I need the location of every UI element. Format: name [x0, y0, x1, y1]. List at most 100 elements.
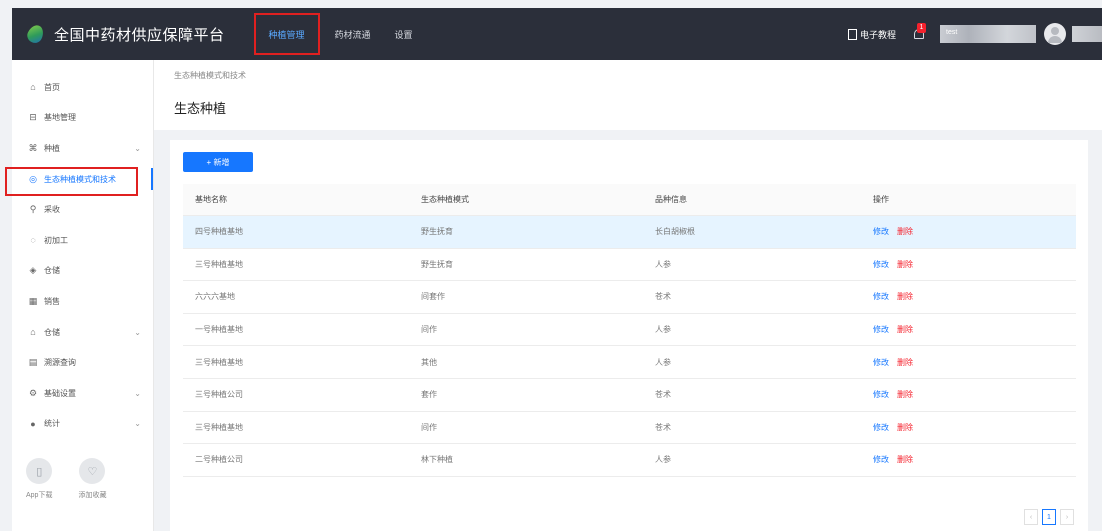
cell-base: 一号种植基地: [195, 325, 243, 335]
add-favorite-button[interactable]: ♡ 添加收藏: [78, 458, 106, 500]
sidebar-item-label: 首页: [44, 82, 60, 92]
cell-base: 二号种植公司: [195, 455, 243, 465]
table-row[interactable]: 三号种植基地 其他 人参 修改 删除: [183, 346, 1076, 379]
table-row[interactable]: 一号种植基地 间作 人参 修改 删除: [183, 314, 1076, 347]
add-button[interactable]: + 新增: [183, 152, 253, 172]
sidebar-item-storage[interactable]: ◈ 仓储: [12, 256, 153, 287]
table-row[interactable]: 六六六基地 间套作 苍术 修改 删除: [183, 281, 1076, 314]
delete-link[interactable]: 删除: [897, 226, 913, 237]
sidebar-item-sales[interactable]: ▦ 销售: [12, 286, 153, 317]
cell-actions: 修改 删除: [869, 259, 913, 270]
nav-item-circulation[interactable]: 药材流通: [323, 8, 383, 60]
sidebar-item-harvest[interactable]: ⚲ 采收: [12, 194, 153, 225]
tutorial-link[interactable]: 电子教程: [847, 28, 896, 41]
page-title: 生态种植: [174, 101, 227, 116]
cell-variety: 苍术: [655, 422, 671, 432]
edit-link[interactable]: 修改: [873, 454, 889, 465]
cell-base: 三号种植基地: [195, 357, 243, 367]
home-icon: ⌂: [30, 82, 36, 93]
sidebar-item-trace[interactable]: ▤ 溯源查询: [12, 347, 153, 378]
cell-mode: 野生抚育: [421, 227, 453, 237]
sidebar-item-eco-planting[interactable]: ◎ 生态种植模式和技术: [5, 164, 153, 196]
nav-item-planting[interactable]: 种植管理: [251, 8, 323, 60]
sidebar-item-label: 仓储: [44, 327, 60, 337]
table-row[interactable]: 四号种植基地 野生抚育 长白胡椒根 修改 删除: [183, 216, 1076, 249]
delete-link[interactable]: 删除: [897, 291, 913, 302]
cell-actions: 修改 删除: [869, 422, 913, 433]
avatar[interactable]: [1044, 23, 1066, 45]
edit-link[interactable]: 修改: [873, 357, 889, 368]
sidebar-item-label: 初加工: [44, 235, 68, 245]
cell-base: 三号种植公司: [195, 390, 243, 400]
delete-link[interactable]: 删除: [897, 389, 913, 400]
sidebar-item-planting[interactable]: ⌘ 种植 ⌄: [12, 133, 153, 164]
edit-link[interactable]: 修改: [873, 226, 889, 237]
table-card: + 新增 基地名称 生态种植模式 品种信息 操作 四号种植基地 野生抚育 长白胡椒根…: [170, 140, 1088, 531]
user-menu[interactable]: [1072, 26, 1102, 42]
add-favorite-label: 添加收藏: [78, 492, 107, 499]
table-row[interactable]: 三号种植公司 套作 苍术 修改 删除: [183, 379, 1076, 412]
column-header-base: 基地名称: [195, 195, 227, 204]
top-nav: 种植管理 药材流通 设置: [251, 8, 425, 60]
edit-link[interactable]: 修改: [873, 291, 889, 302]
app-download-label: App下载: [26, 492, 53, 499]
app-download-button[interactable]: ▯ App下载: [26, 458, 52, 500]
next-page-button[interactable]: ›: [1060, 509, 1074, 525]
table-header: 基地名称 生态种植模式 品种信息 操作: [183, 184, 1076, 216]
nav-item-settings[interactable]: 设置: [383, 8, 425, 60]
processing-icon: ◌: [30, 235, 36, 246]
user-info[interactable]: test: [940, 25, 1036, 43]
sidebar-item-label: 基础设置: [44, 388, 76, 398]
cell-variety: 苍术: [655, 292, 671, 302]
notification-badge: 1: [917, 23, 926, 33]
delete-link[interactable]: 删除: [897, 422, 913, 433]
sidebar-item-base-management[interactable]: ⊟ 基地管理: [12, 103, 153, 134]
delete-link[interactable]: 删除: [897, 357, 913, 368]
table-row[interactable]: 三号种植基地 间作 苍术 修改 删除: [183, 412, 1076, 445]
delete-link[interactable]: 删除: [897, 454, 913, 465]
eco-icon: ◎: [29, 173, 37, 184]
warehouse-icon: ⌂: [30, 327, 36, 338]
edit-link[interactable]: 修改: [873, 324, 889, 335]
breadcrumb[interactable]: 生态种植模式和技术: [174, 70, 246, 81]
cell-actions: 修改 删除: [869, 454, 913, 465]
planting-icon: ⌘: [28, 142, 38, 153]
cell-actions: 修改 删除: [869, 357, 913, 368]
delete-link[interactable]: 删除: [897, 259, 913, 270]
chevron-down-icon: ⌄: [134, 143, 141, 153]
delete-link[interactable]: 删除: [897, 324, 913, 335]
notification-button[interactable]: 1: [912, 23, 926, 42]
cell-base: 三号种植基地: [195, 259, 243, 269]
table-row[interactable]: 三号种植基地 野生抚育 人参 修改 删除: [183, 249, 1076, 282]
top-right: 电子教程 1 test: [847, 8, 1102, 60]
edit-link[interactable]: 修改: [873, 422, 889, 433]
sidebar-item-statistics[interactable]: ● 统计 ⌄: [12, 409, 153, 440]
sidebar-item-basic-settings[interactable]: ⚙ 基础设置 ⌄: [12, 378, 153, 409]
sidebar-item-warehouse[interactable]: ⌂ 仓储 ⌄: [12, 317, 153, 348]
app-title: 全国中药材供应保障平台: [54, 26, 225, 44]
cell-mode: 其他: [421, 357, 437, 367]
cell-variety: 苍术: [655, 390, 671, 400]
edit-link[interactable]: 修改: [873, 389, 889, 400]
prev-page-button[interactable]: ‹: [1024, 509, 1038, 525]
table-row[interactable]: 二号种植公司 林下种植 人参 修改 删除: [183, 444, 1076, 477]
page-number-button[interactable]: 1: [1042, 509, 1056, 525]
content-header: 生态种植模式和技术 生态种植: [154, 60, 1102, 130]
storage-icon: ◈: [29, 265, 37, 276]
heart-icon: ♡: [79, 458, 106, 484]
sales-icon: ▦: [28, 295, 38, 306]
sidebar-item-processing[interactable]: ◌ 初加工: [12, 225, 153, 256]
sidebar-item-label: 基地管理: [44, 113, 76, 123]
column-header-mode: 生态种植模式: [421, 195, 469, 204]
table-body: 四号种植基地 野生抚育 长白胡椒根 修改 删除 三号种植基地 野生抚育 人参 修改 删除 六六六基地…: [183, 216, 1076, 477]
cell-mode: 间套作: [421, 292, 445, 302]
harvest-icon: ⚲: [29, 204, 37, 215]
sidebar-item-label: 生态种植模式和技术: [44, 174, 116, 184]
sidebar-bottom-actions: ▯ App下载 ♡ 添加收藏: [26, 458, 106, 500]
cell-variety: 人参: [655, 357, 671, 367]
statistics-icon: ●: [30, 418, 36, 429]
sidebar-item-home[interactable]: ⌂ 首页: [12, 72, 153, 103]
cell-actions: 修改 删除: [869, 226, 913, 237]
edit-link[interactable]: 修改: [873, 259, 889, 270]
cell-variety: 人参: [655, 325, 671, 335]
